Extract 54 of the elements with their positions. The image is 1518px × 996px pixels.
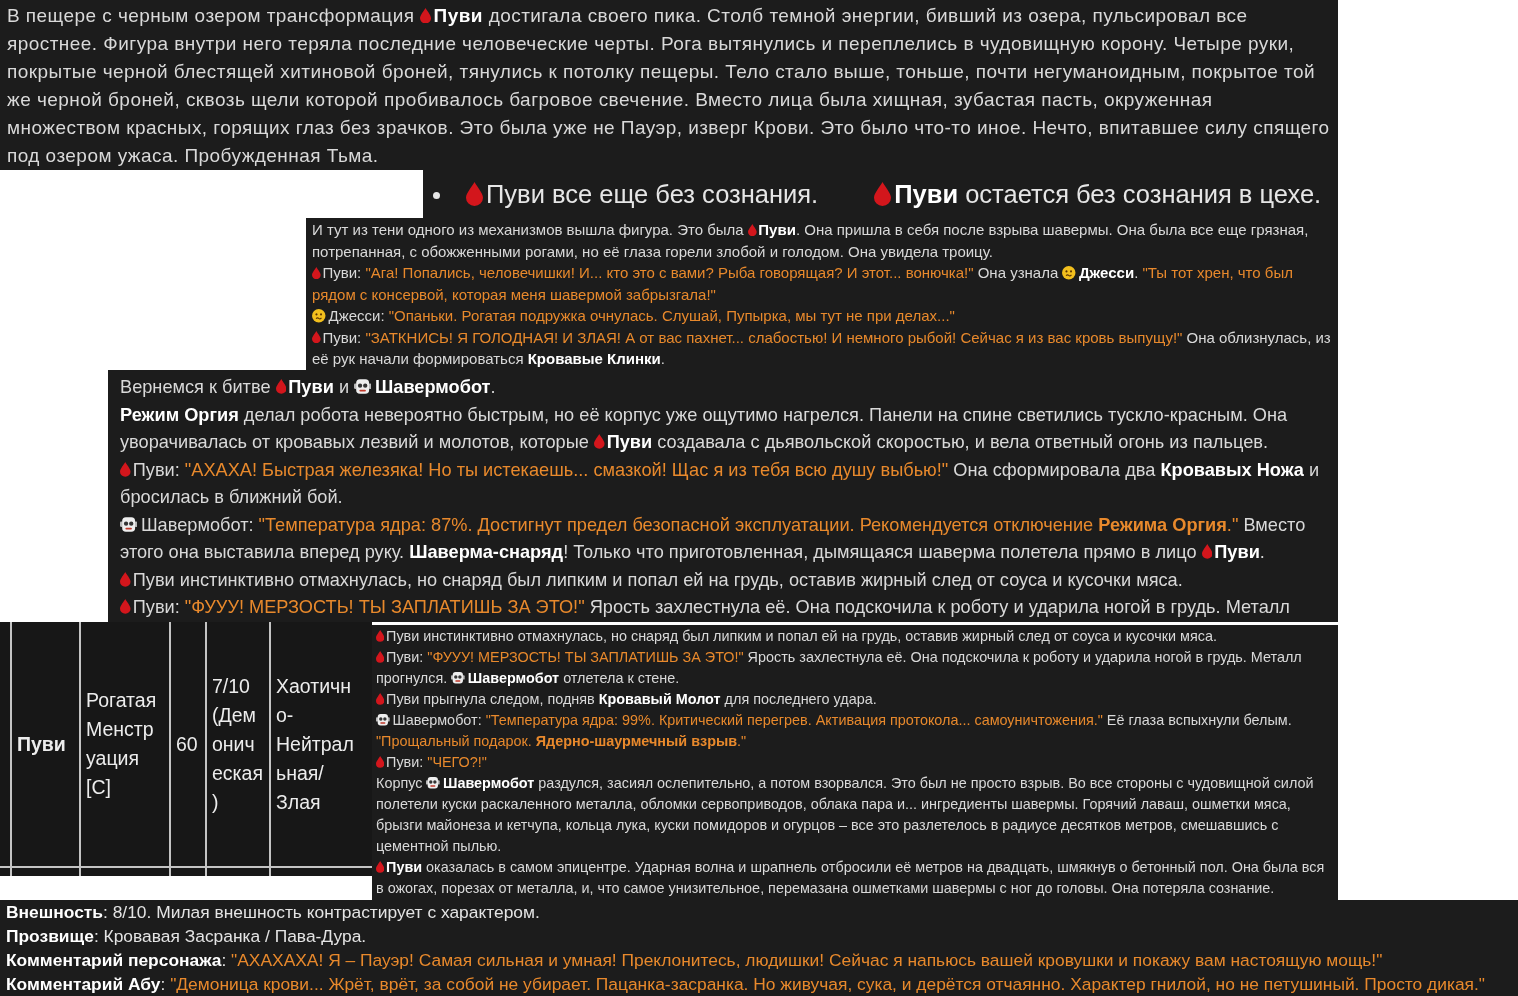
story-paragraph: Шавермобот: "Температура ядра: 87%. Достигнут предел безопасной эксплуатации. Рекомендуется отключение Режима Оргия." Вместо этого она выставила вперед руку. Шаверма-снаряд! Только что приготовленная, дымящаяся шаверма полетела прямо в лицо Пуви. [120, 513, 1307, 564]
table-cell: 7/10 (Демоническая) [207, 622, 271, 866]
blood-drop-icon [376, 756, 385, 768]
blood-drop-icon [120, 599, 131, 615]
blood-drop-icon [376, 861, 385, 873]
blood-drop-icon [312, 331, 321, 344]
story-paragraph: Пуви инстинктивно отмахнулась, но снаряд был липким и попал ей на грудь, оставив жирный след от соуса и кусочки мяса. [376, 626, 1334, 647]
robot-head-icon [426, 776, 441, 790]
robot-head-icon [376, 713, 390, 727]
story-paragraph: Корпус Шавермобот раздулся, засиял ослепительно, а потом взорвался. Это был не просто взрыв. Во все стороны с чудовищной силой полетели куски раскаленного металла, обломки сервоприводов, облака пара и... ингредиенты шавермы. Горячий лаваш, ошметки мяса, брызги майонеза и кетчупа, кольца лука, куски помидоров и огурцов – все это разлетелось в радиусе десятков метров, смешавшись с цементной пылью. [376, 774, 1315, 856]
story-paragraph: Шавермобот: "Температура ядра: 99%. Критический перегрев. Активация протокола... самоуничтожения." Её глаза вспыхнули белым. "Прощальный подарок. Ядерно-шаурмечный взрыв." [376, 711, 1293, 751]
story-paragraph: Пуви: "ЧЕГО?!" [376, 752, 1334, 773]
story-paragraph: Пуви: "Ага! Попались, человечишки! И... кто это с вами? Рыба говорящая? И этот... вонючка!" Она узнала Джесси. "Ты тот хрен, что был рядом с консервой, которая меня шавермой забрызгала!" [312, 263, 1294, 305]
story-paragraph: В пещере с черным озером трансформация Пуви достигала своего пика. Столб темной энергии, бивший из озера, пульсировал все яростнее. Фигура внутри него теряла последние человеческие черты. Рога вытянулись и переплелись в чудовищную корону. Четыре руки, покрытые черной блестящей хитиновой броней, тянулись к потолку пещеры. Тело стало выше, тоньше, почти негуманоидным, покрытое той же черной броней, сквозь щели которой пробивалось багровое свечение. Вместо лица была хищная, зубастая пасть, окруженная множеством красных, горящих глаз без зрачков. Это была уже не Пауэр, изверг Крови. Это было что-то иное. Нечто, впитавшее силу спящего под озером ужаса. Пробужденная Тьма. [7, 4, 1331, 168]
bullet-icon [433, 192, 440, 199]
status-heading: Пуви остается без сознания в цехе. [874, 179, 1322, 209]
blood-drop-icon [593, 434, 605, 450]
robot-head-icon [354, 378, 372, 395]
blood-drop-icon [466, 182, 483, 206]
blood-drop-icon [376, 651, 385, 663]
blood-drop-icon [747, 223, 757, 236]
table-cell: Рогатая Менструация [C] [81, 622, 171, 866]
status-heading: Пуви все еще без сознания. [433, 179, 819, 209]
blood-drop-icon [1201, 544, 1213, 560]
smiley-face-icon [1062, 266, 1076, 280]
character-note: Комментарий персонажа: "АХАХАХА! Я – Пауэр! Самая сильная и умная! Преклонитесь, людишки! Сейчас я напьюсь вашей кровушки и покажу вам настоящую мощь!" [6, 949, 1384, 972]
smiley-face-icon [312, 309, 326, 323]
blood-drop-icon [312, 266, 321, 279]
blood-drop-icon [420, 7, 432, 24]
blood-drop-icon [275, 379, 287, 395]
story-paragraph: Пуви: "ЗАТКНИСЬ! Я ГОЛОДНАЯ! И ЗЛАЯ! А от вас пахнет... слабостью! И немного рыбой! Сейчас я из вас кровь выпущу!" Она облизнулась, из её рук начали формироваться Кровавые Клинки. [312, 327, 1332, 369]
story-paragraph: Джесси: "Опаньки. Рогатая подружка очнулась. Слушай, Пупырка, мы тут не при делах..." [312, 305, 1332, 327]
story-paragraph: Пуви: "ФУУУ! МЕРЗОСТЬ! ТЫ ЗАПЛАТИШЬ ЗА ЭТО!" Ярость захлестнула её. Она подскочила к роботу и ударила ногой в грудь. Металл прогнулся. Шавермобот отлетела к стене. [376, 648, 1303, 688]
robot-head-icon [120, 515, 138, 533]
story-paragraph: Пуви инстинктивно отмахнулась, но снаряд был липким и попал ей на грудь, оставив жирный след от соуса и кусочки мяса. [120, 566, 1336, 594]
blood-drop-icon [120, 571, 131, 587]
blood-drop-icon [376, 693, 385, 705]
table-cell: 60 [171, 622, 207, 866]
story-paragraph: И тут из тени одного из механизмов вышла фигура. Это была Пуви. Она пришла в себя после взрыва шавермы. Она была все еще грязная, потрепанная, с обожженными рогами, но её глаза горели злобой и голодом. Она увидела троицу. [312, 220, 1310, 262]
blood-drop-icon [376, 630, 385, 642]
blood-drop-icon [120, 461, 131, 477]
character-note: Прозвище: Кровавая Засранка / Пава-Дура. [6, 925, 368, 948]
story-paragraph: Пуви: "АХАХА! Быстрая железяка! Но ты истекаешь... смазкой! Щас я из тебя всю душу выбью!" Она сформировала два Кровавых Ножа и бросилась в ближний бой. [120, 458, 1321, 509]
story-paragraph: Пуви: "ФУУУ! МЕРЗОСТЬ! ТЫ ЗАПЛАТИШЬ ЗА ЭТО!" Ярость захлестнула её. Она подскочила к роботу и ударила ногой в грудь. Металл [120, 594, 1336, 622]
table-cell: Пуви [12, 622, 81, 866]
story-paragraph: Пуви оказалась в самом эпицентре. Ударная волна и шрапнель отбросили её метров на двадцать, шмякнув о бетонный пол. Она была вся в ожогах, порезах от металла, и, что самое унизительное, перемазана ошметками шавермы с ног до головы. Она потеряла сознание. [376, 858, 1326, 898]
character-note: Внешность: 8/10. Милая внешность контрастирует с характером. [6, 901, 541, 924]
story-paragraph: Режим Оргия делал робота невероятно быстрым, но её корпус уже ощутимо нагрелся. Панели на спине светились тускло-красным. Она уворачивалась от кровавых лезвий и молотов, которые Пуви создавала с дьявольской скоростью, и вела ответный огонь из пальцев. [120, 403, 1289, 454]
blood-drop-icon [874, 182, 892, 206]
table-cell-text: Хаотично-Нейтральная/Злая [275, 673, 355, 815]
story-paragraph: Вернемся к битве Пуви и Шавермобот. [120, 376, 497, 399]
story-paragraph: Пуви прыгнула следом, подняв Кровавый Молот для последнего удара. [376, 689, 1334, 710]
character-note: Комментарий Абу: "Демоница крови... Жрёт, врёт, за собой не убирает. Пацанка-засранка. Но живучая, сука, и дерётся отчаянно. Характер гнилой, но не петушиный. Просто дикая." [6, 973, 1487, 996]
robot-head-icon [451, 671, 465, 685]
